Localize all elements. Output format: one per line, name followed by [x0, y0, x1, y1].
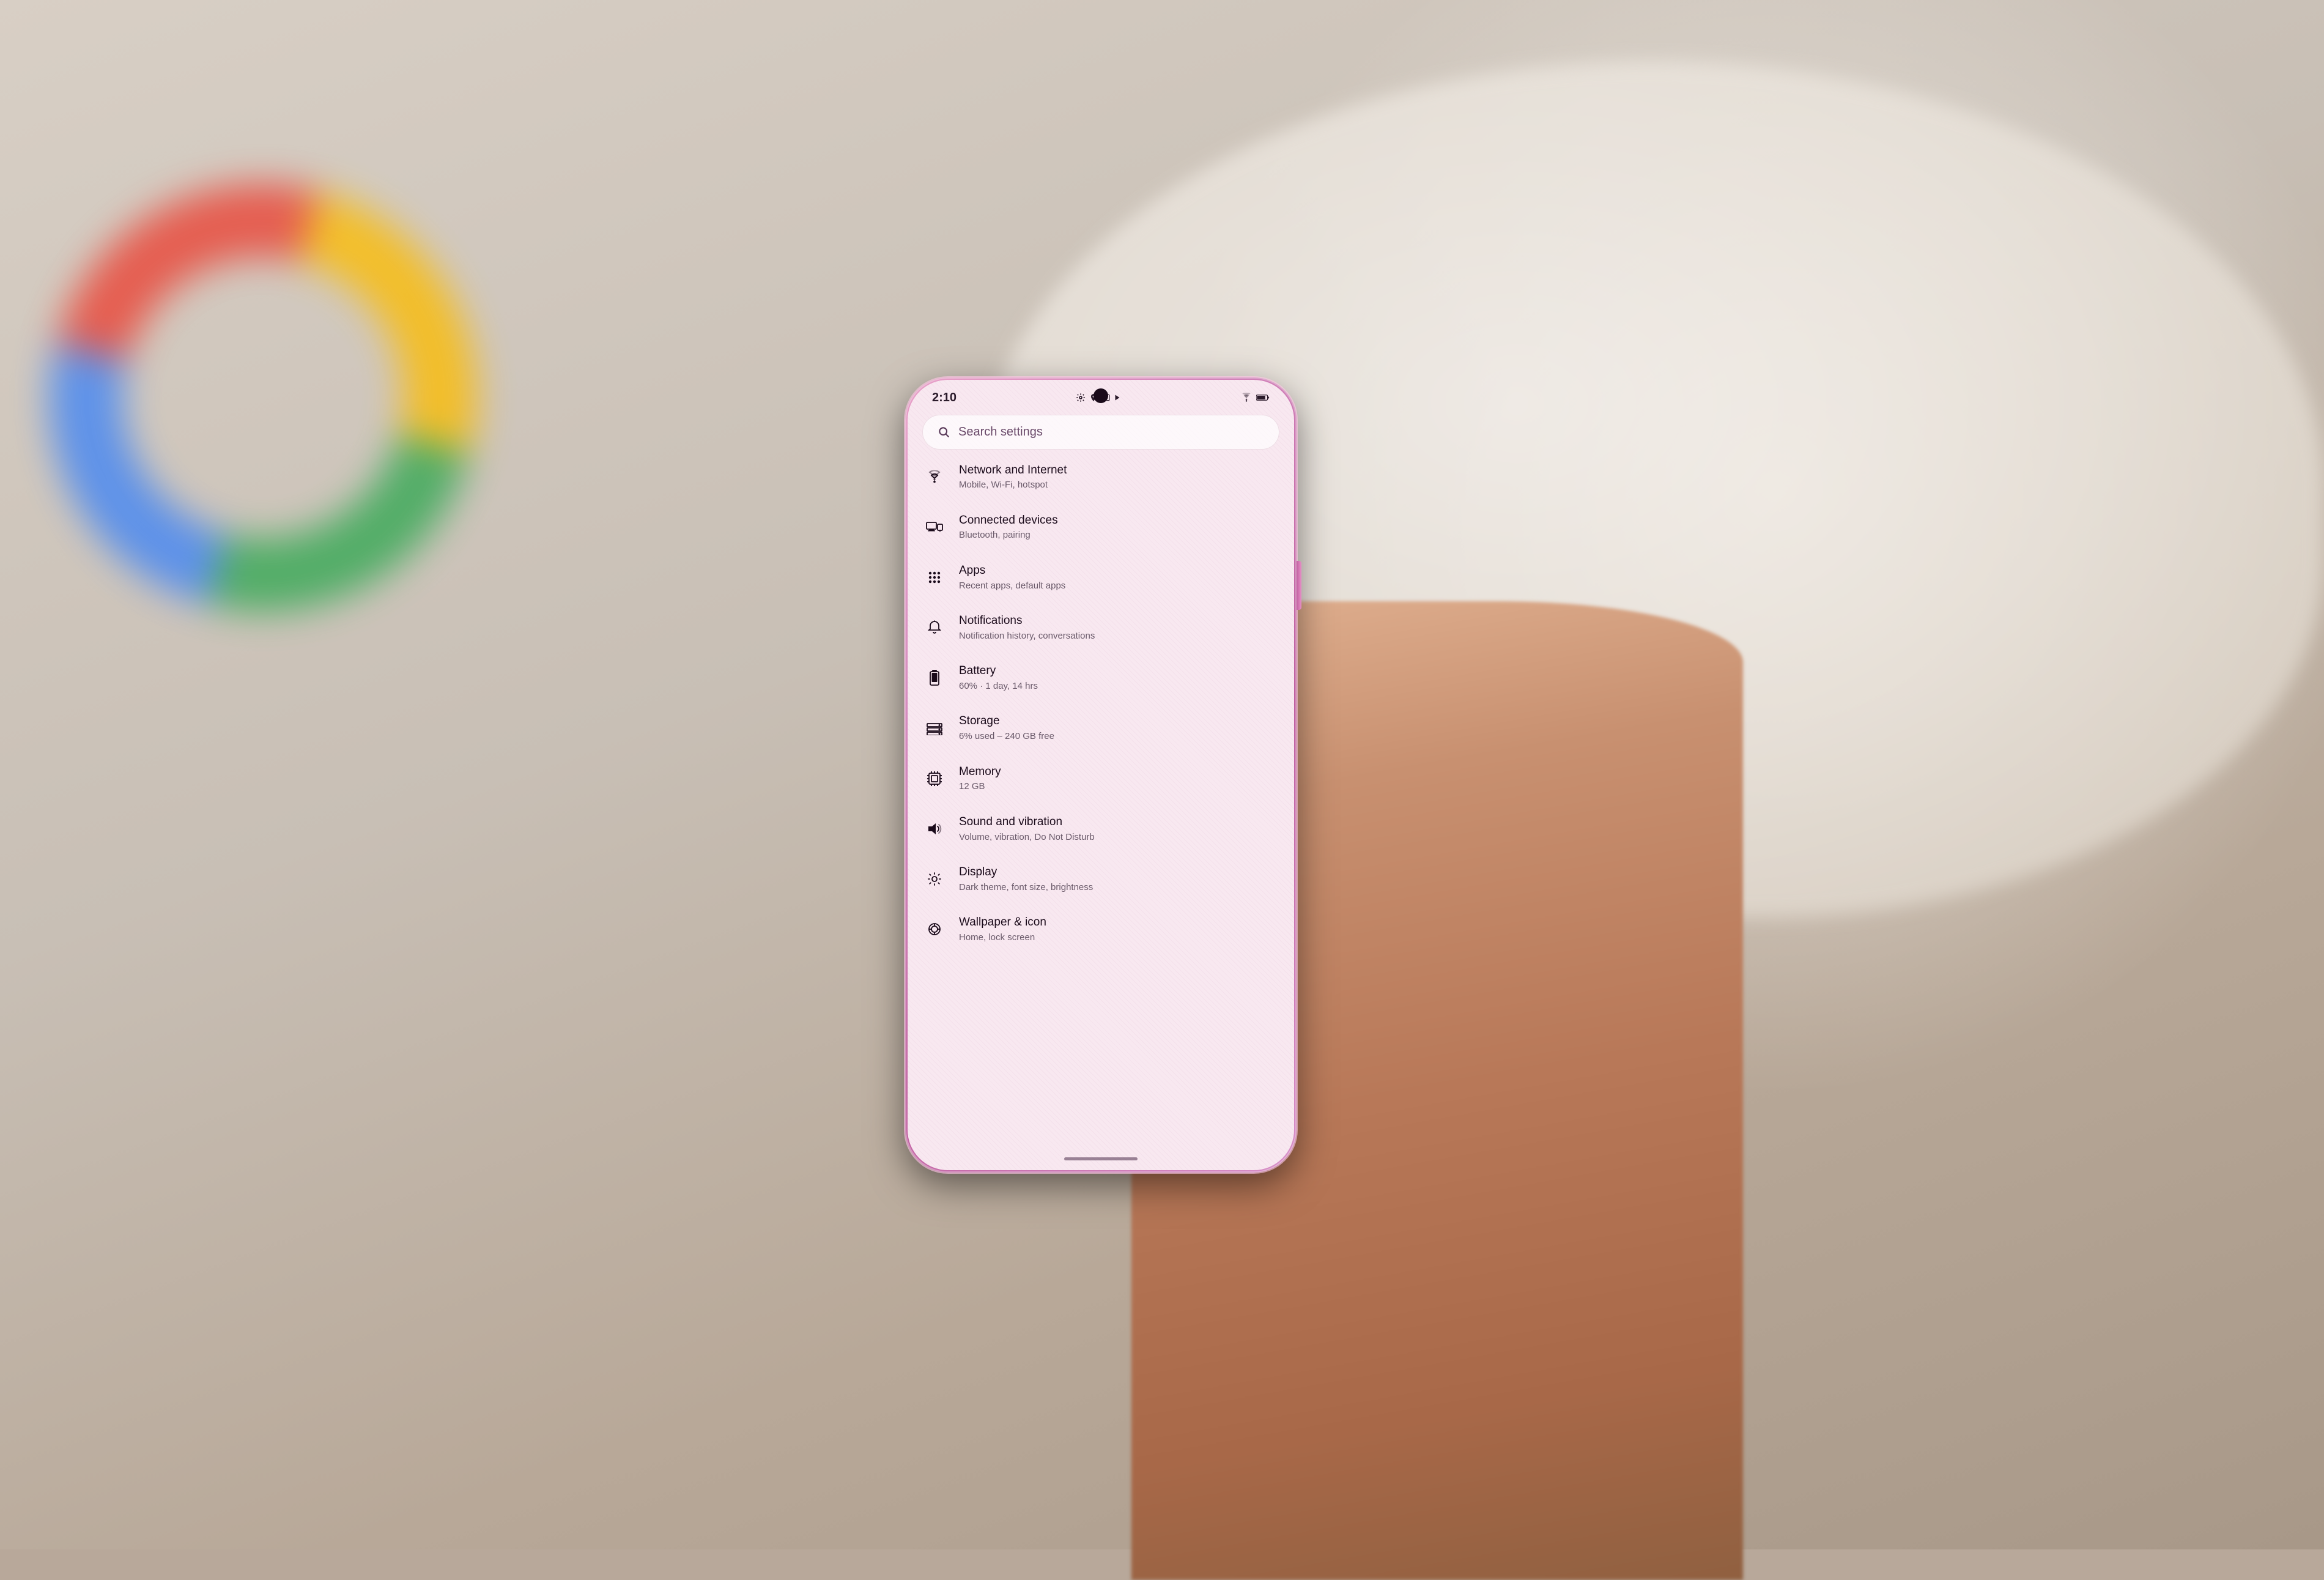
- storage-item-text: Storage 6% used – 240 GB free: [959, 714, 1279, 742]
- screen-content: 2:10: [908, 380, 1294, 1170]
- sound-item-subtitle: Volume, vibration, Do Not Disturb: [959, 831, 1279, 844]
- storage-item-title: Storage: [959, 714, 1279, 729]
- wallpaper-item-subtitle: Home, lock screen: [959, 932, 1279, 944]
- home-indicator: [1064, 1157, 1138, 1160]
- storage-item-subtitle: 6% used – 240 GB free: [959, 730, 1279, 743]
- devices-icon: [922, 515, 947, 540]
- bell-icon: [922, 615, 947, 640]
- network-item-text: Network and Internet Mobile, Wi-Fi, hots…: [959, 463, 1279, 491]
- connected-devices-item-title: Connected devices: [959, 513, 1279, 529]
- battery-item-subtitle: 60% · 1 day, 14 hrs: [959, 680, 1279, 692]
- connected-devices-item-text: Connected devices Bluetooth, pairing: [959, 513, 1279, 541]
- notifications-item-title: Notifications: [959, 614, 1279, 629]
- camera-hole: [1094, 388, 1108, 403]
- display-icon: [922, 867, 947, 891]
- settings-item-display[interactable]: Display Dark theme, font size, brightnes…: [908, 854, 1294, 904]
- sound-item-title: Sound and vibration: [959, 815, 1279, 830]
- status-time: 2:10: [932, 391, 957, 405]
- settings-item-network[interactable]: Network and Internet Mobile, Wi-Fi, hots…: [908, 452, 1294, 502]
- search-bar[interactable]: Search settings: [922, 415, 1279, 450]
- memory-icon: [922, 766, 947, 791]
- wallpaper-item-text: Wallpaper & icon Home, lock screen: [959, 915, 1279, 943]
- apps-item-subtitle: Recent apps, default apps: [959, 580, 1279, 592]
- sound-item-text: Sound and vibration Volume, vibration, D…: [959, 815, 1279, 843]
- settings-item-connected-devices[interactable]: Connected devices Bluetooth, pairing: [908, 502, 1294, 552]
- phone-device: 2:10: [905, 377, 1297, 1173]
- apps-item-title: Apps: [959, 563, 1279, 579]
- battery-item-title: Battery: [959, 664, 1279, 679]
- google-logo-background: [49, 184, 477, 612]
- notifications-item-subtitle: Notification history, conversations: [959, 630, 1279, 642]
- bottom-bar: [908, 1151, 1294, 1170]
- memory-item-text: Memory 12 GB: [959, 765, 1279, 793]
- network-item-subtitle: Mobile, Wi-Fi, hotspot: [959, 479, 1279, 491]
- connected-devices-item-subtitle: Bluetooth, pairing: [959, 529, 1279, 541]
- display-item-text: Display Dark theme, font size, brightnes…: [959, 865, 1279, 893]
- settings-item-notifications[interactable]: Notifications Notification history, conv…: [908, 603, 1294, 653]
- wallpaper-item-title: Wallpaper & icon: [959, 915, 1279, 930]
- search-placeholder-text: Search settings: [958, 425, 1264, 439]
- phone-screen: 2:10: [908, 380, 1294, 1170]
- memory-item-subtitle: 12 GB: [959, 781, 1279, 793]
- phone-wrapper: 2:10: [905, 377, 1297, 1173]
- apps-icon: [922, 565, 947, 590]
- network-item-title: Network and Internet: [959, 463, 1279, 478]
- settings-item-battery[interactable]: Battery 60% · 1 day, 14 hrs: [908, 653, 1294, 703]
- storage-icon: [922, 716, 947, 741]
- display-item-title: Display: [959, 865, 1279, 880]
- settings-item-storage[interactable]: Storage 6% used – 240 GB free: [908, 703, 1294, 753]
- notifications-item-text: Notifications Notification history, conv…: [959, 614, 1279, 642]
- settings-item-memory[interactable]: Memory 12 GB: [908, 754, 1294, 804]
- wallpaper-icon: [922, 917, 947, 941]
- memory-item-title: Memory: [959, 765, 1279, 780]
- settings-list: Network and Internet Mobile, Wi-Fi, hots…: [908, 450, 1294, 1151]
- battery-item-text: Battery 60% · 1 day, 14 hrs: [959, 664, 1279, 692]
- play-status-icon: [1114, 394, 1121, 401]
- status-right-icons: [1240, 393, 1270, 402]
- settings-item-sound[interactable]: Sound and vibration Volume, vibration, D…: [908, 804, 1294, 854]
- display-item-subtitle: Dark theme, font size, brightness: [959, 881, 1279, 894]
- wifi-icon: [922, 465, 947, 489]
- settings-item-wallpaper[interactable]: Wallpaper & icon Home, lock screen: [908, 904, 1294, 954]
- apps-item-text: Apps Recent apps, default apps: [959, 563, 1279, 592]
- battery-icon: [922, 666, 947, 690]
- sound-icon: [922, 817, 947, 841]
- wifi-status-icon: [1240, 393, 1253, 402]
- battery-status-icon: [1256, 393, 1270, 402]
- settings-item-apps[interactable]: Apps Recent apps, default apps: [908, 552, 1294, 603]
- search-icon: [938, 426, 950, 438]
- settings-status-icon: [1076, 393, 1086, 402]
